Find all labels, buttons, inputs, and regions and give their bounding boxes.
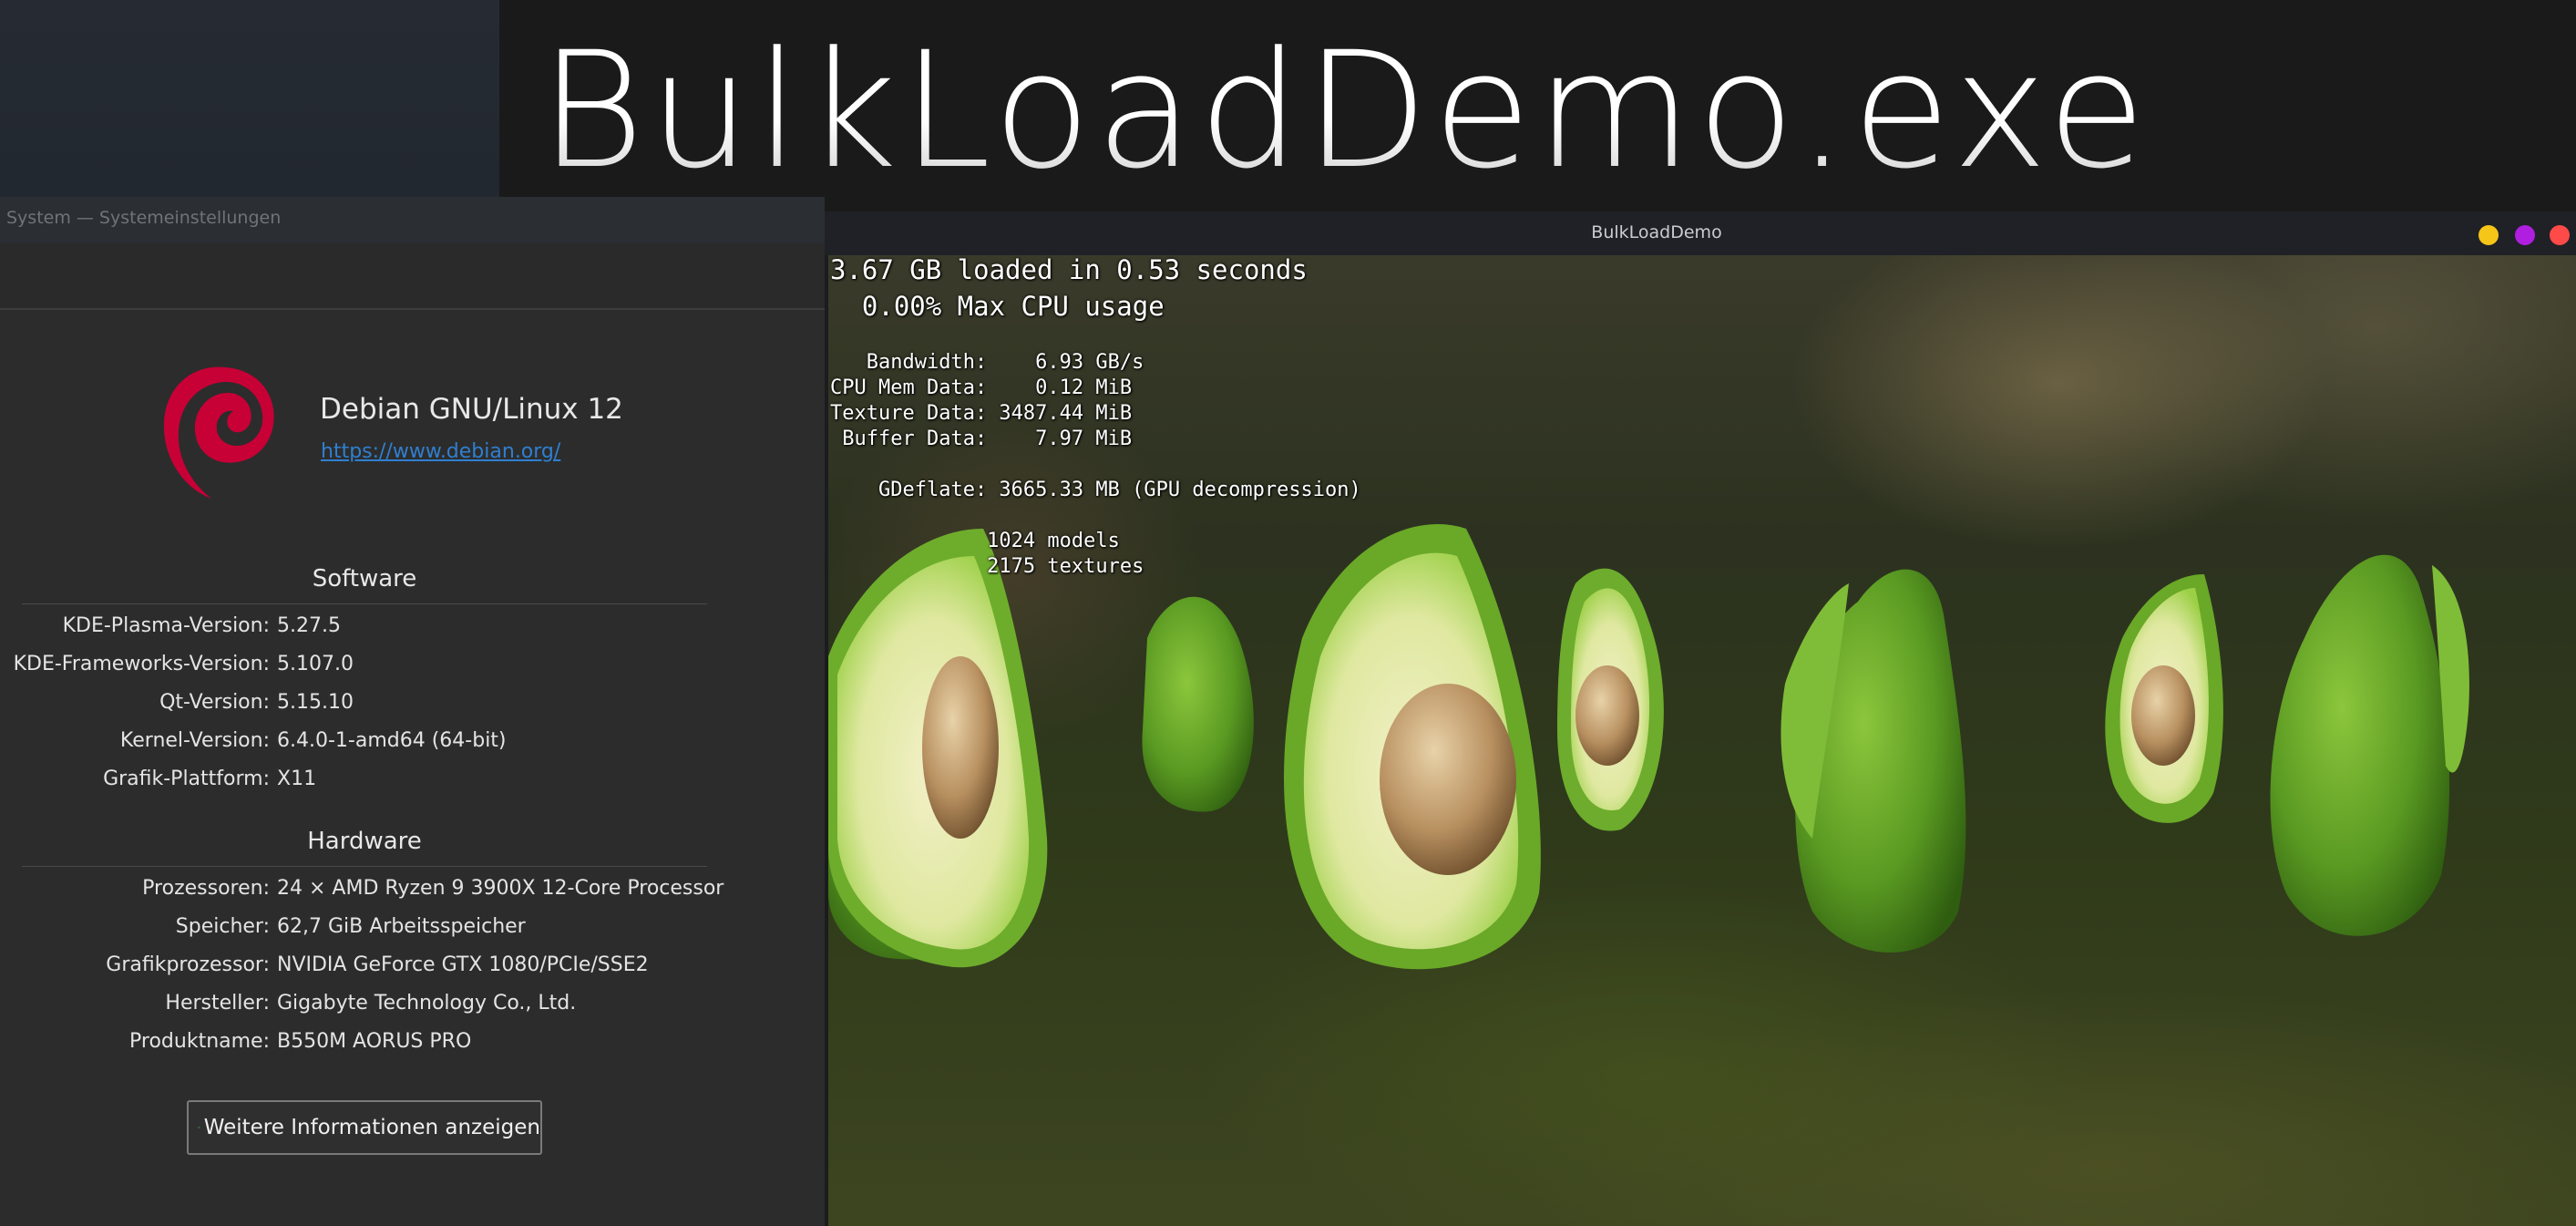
kde-toolbar: [0, 242, 825, 310]
more-info-button[interactable]: Weitere Informationen anzeigen: [187, 1100, 542, 1155]
info-value: NVIDIA GeForce GTX 1080/PCIe/SSE2: [277, 953, 649, 976]
info-label: Prozessoren:: [142, 877, 270, 900]
info-row-qt: Qt-Version: 5.15.10: [0, 691, 825, 722]
info-label: Produktname:: [129, 1030, 270, 1053]
info-label: Grafikprozessor:: [106, 953, 270, 976]
info-value: 6.4.0-1-amd64 (64-bit): [277, 729, 507, 752]
hardware-heading: Hardware: [307, 828, 422, 855]
demo-window-titlebar[interactable]: BulkLoadDemo: [825, 211, 2576, 255]
info-label: Grafik-Plattform:: [103, 768, 270, 790]
info-row-manufacturer: Hersteller: Gigabyte Technology Co., Ltd…: [0, 992, 825, 1023]
more-info-button-label: Weitere Informationen anzeigen: [203, 1116, 540, 1139]
info-value: 24 × AMD Ryzen 9 3900X 12-Core Processor: [277, 877, 724, 900]
info-row-gpu: Grafikprozessor: NVIDIA GeForce GTX 1080…: [0, 953, 825, 984]
hud-buffer-data: Buffer Data: 7.97 MiB: [830, 428, 1133, 450]
info-row-graphics-platform: Grafik-Plattform: X11: [0, 768, 825, 798]
hud-cpu-line: 0.00% Max CPU usage: [830, 291, 1165, 322]
hud-cpu-mem-data: CPU Mem Data: 0.12 MiB: [830, 376, 1133, 399]
info-label: Kernel-Version:: [119, 729, 270, 752]
info-label: KDE-Plasma-Version:: [62, 614, 270, 637]
hud-texture-data: Texture Data: 3487.44 MiB: [830, 402, 1133, 425]
hud-gdeflate: GDeflate: 3665.33 MB (GPU decompression): [830, 479, 1361, 501]
info-row-frameworks: KDE-Frameworks-Version: 5.107.0: [0, 653, 825, 684]
background-panel: [0, 0, 499, 197]
info-label: Hersteller:: [165, 992, 270, 1015]
info-value: 5.107.0: [277, 653, 354, 675]
divider: [22, 603, 707, 604]
info-value: Gigabyte Technology Co., Ltd.: [277, 992, 577, 1015]
banner-title: BulkLoadDemo.exe: [539, 17, 2150, 204]
info-label: Speicher:: [175, 915, 270, 938]
demo-window-title: BulkLoadDemo: [1591, 222, 1722, 242]
info-row-memory: Speicher: 62,7 GiB Arbeitsspeicher: [0, 915, 825, 946]
hud-textures: 2175 textures: [830, 555, 1144, 578]
hud-models: 1024 models: [830, 530, 1120, 552]
info-value: 5.15.10: [277, 691, 354, 714]
kde-window-titlebar[interactable]: System — Systemeinstellungen: [0, 197, 825, 242]
info-value: 5.27.5: [277, 614, 341, 637]
info-row-processors: Prozessoren: 24 × AMD Ryzen 9 3900X 12-C…: [0, 877, 825, 908]
hud-loaded-line: 3.67 GB loaded in 0.53 seconds: [830, 255, 1308, 285]
screen: BulkLoadDemo.exe System — Systemeinstell…: [0, 0, 2576, 1226]
debian-logo-icon: [163, 366, 274, 499]
distro-website-link[interactable]: https://www.debian.org/: [321, 440, 560, 463]
info-row-product-name: Produktname: B550M AORUS PRO: [0, 1030, 825, 1061]
info-row-plasma: KDE-Plasma-Version: 5.27.5: [0, 614, 825, 645]
software-heading: Software: [312, 565, 417, 592]
tools-icon: [198, 1126, 200, 1129]
minimize-button[interactable]: [2479, 225, 2499, 245]
render-viewport[interactable]: 3.67 GB loaded in 0.53 seconds 0.00% Max…: [828, 255, 2576, 1226]
maximize-button[interactable]: [2515, 225, 2535, 245]
hud-bandwidth: Bandwidth: 6.93 GB/s: [830, 351, 1144, 374]
divider: [22, 866, 707, 867]
info-row-kernel: Kernel-Version: 6.4.0-1-amd64 (64-bit): [0, 729, 825, 760]
info-value: 62,7 GiB Arbeitsspeicher: [277, 915, 526, 938]
close-button[interactable]: [2550, 225, 2570, 245]
info-value: B550M AORUS PRO: [277, 1030, 472, 1053]
distro-name: Debian GNU/Linux 12: [320, 393, 623, 426]
kde-window-title: System — Systemeinstellungen: [6, 208, 282, 228]
info-label: KDE-Frameworks-Version:: [13, 653, 270, 675]
info-value: X11: [277, 768, 317, 790]
info-label: Qt-Version:: [159, 691, 270, 714]
